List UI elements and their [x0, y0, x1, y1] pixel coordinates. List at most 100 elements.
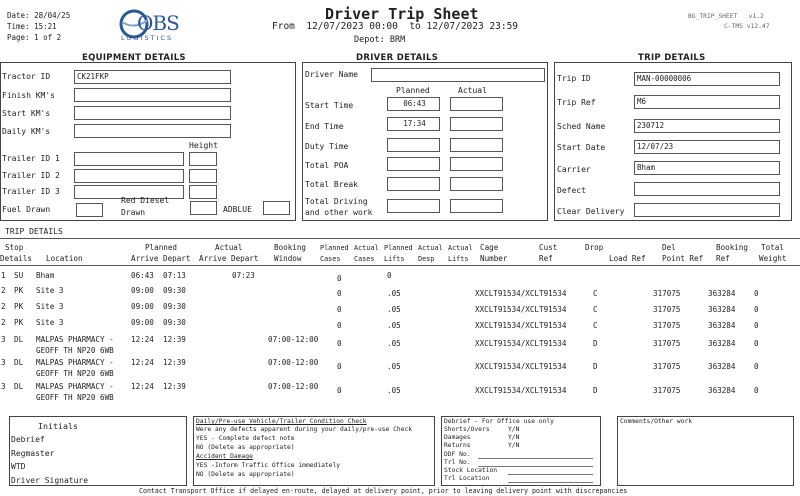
- tractor-id-label: Tractor ID: [2, 72, 51, 81]
- carrier-field[interactable]: Bham: [634, 161, 780, 175]
- col-del: Del: [662, 243, 676, 252]
- ddf-line: [478, 458, 593, 459]
- cell-seq: 1: [1, 271, 6, 280]
- col-del-point-ref: Point Ref: [662, 254, 704, 263]
- defect-field[interactable]: [634, 182, 780, 196]
- trip-ref-field[interactable]: M6: [634, 95, 780, 109]
- cell-pc: 0: [337, 289, 342, 298]
- driver-name-field[interactable]: [371, 68, 545, 82]
- start-km-field[interactable]: [74, 106, 231, 120]
- sched-name-label: Sched Name: [557, 122, 606, 131]
- cell-del: 317075: [653, 362, 681, 371]
- col-actual-lifts-2: Lifts: [448, 255, 469, 263]
- total-poa-actual[interactable]: [450, 157, 503, 171]
- daily-km-field[interactable]: [74, 124, 231, 138]
- col-drop: Drop: [585, 243, 604, 252]
- cell-type: DL: [14, 382, 24, 391]
- cell-bw: 07:00-12:00: [268, 382, 319, 391]
- end-time-actual[interactable]: [450, 117, 503, 131]
- cell-seq: 2: [1, 318, 6, 327]
- cell-pc: 0: [337, 386, 342, 395]
- cell-pa: 09:00: [131, 302, 154, 311]
- start-time-actual[interactable]: [450, 97, 503, 111]
- returns-value: Y/N: [508, 442, 520, 449]
- col-stop: Stop: [5, 243, 24, 252]
- cell-tw: 0: [754, 289, 759, 298]
- trl-location-label: Trl Location: [444, 475, 490, 482]
- total-poa-planned[interactable]: [387, 157, 440, 171]
- cell-seq: 2: [1, 302, 6, 311]
- fuel-drawn-field[interactable]: [76, 203, 103, 217]
- carrier-label: Carrier: [557, 165, 591, 174]
- cell-pa: 12:24: [131, 358, 154, 367]
- duty-time-label: Duty Time: [305, 142, 349, 151]
- col-actual-desp: Actual: [418, 244, 443, 252]
- initials-box: Initials Debrief Regmaster WTD Driver Si…: [9, 416, 187, 486]
- cell-pd: 07:13: [163, 271, 186, 280]
- trailer-1-field[interactable]: [74, 152, 184, 166]
- trip-panel: Trip ID MAN-00000006 Trip Ref M6 Sched N…: [554, 62, 792, 221]
- cell-pc: 0: [337, 274, 342, 283]
- end-time-planned[interactable]: 17:34: [387, 117, 440, 131]
- cell-type: DL: [14, 358, 24, 367]
- cell-tw: 0: [754, 305, 759, 314]
- col-actual: Actual: [215, 243, 243, 252]
- cell-pl: .05: [387, 339, 401, 348]
- red-diesel-field[interactable]: [190, 201, 217, 215]
- driver-panel: Driver Name Planned Actual Start Time 06…: [302, 62, 548, 221]
- cell-cage: XXCLT91534/XCLT91534: [475, 386, 567, 395]
- adblue-field[interactable]: [263, 201, 290, 215]
- defect-no-option: NO (Delete as appropriate): [196, 444, 295, 451]
- cell-pl: .05: [387, 305, 401, 314]
- cell-cage: XXCLT91534/XCLT91534: [475, 321, 567, 330]
- col-cage: Cage: [480, 243, 499, 252]
- total-break-planned[interactable]: [387, 177, 440, 191]
- cell-bw: 07:00-12:00: [268, 358, 319, 367]
- cell-pa: 06:43: [131, 271, 154, 280]
- col-planned-lifts-2: Lifts: [384, 255, 405, 263]
- adblue-label: ADBLUE: [223, 205, 252, 214]
- trailer-2-height[interactable]: [189, 169, 217, 183]
- tractor-id-field[interactable]: CK21FKP: [74, 70, 231, 84]
- total-break-actual[interactable]: [450, 177, 503, 191]
- cell-loc1: MALPAS PHARMACY -: [36, 382, 114, 391]
- cell-pd: 12:39: [163, 335, 186, 344]
- finish-km-field[interactable]: [74, 88, 231, 102]
- cell-load: D: [593, 386, 598, 395]
- total-driving-actual[interactable]: [450, 199, 503, 213]
- cell-loc2: GEOFF TH NP20 6WB: [36, 369, 114, 378]
- cell-type: DL: [14, 335, 24, 344]
- clear-delivery-label: Clear Delivery: [557, 207, 625, 216]
- returns-label: Returns: [444, 442, 471, 449]
- total-driving-planned[interactable]: [387, 199, 440, 213]
- cell-aa: 07:23: [232, 271, 255, 280]
- stock-line: [508, 474, 593, 475]
- cell-pl: 0: [387, 271, 392, 280]
- trailer-2-field[interactable]: [74, 169, 184, 183]
- cell-pc: 0: [337, 339, 342, 348]
- start-time-planned[interactable]: 06:43: [387, 97, 440, 111]
- cell-del: 317075: [653, 339, 681, 348]
- cell-tw: 0: [754, 362, 759, 371]
- col-actual-cases: Actual: [354, 244, 379, 252]
- logo-wordmark: OBS: [137, 11, 180, 35]
- cell-pd: 09:30: [163, 318, 186, 327]
- duty-time-actual[interactable]: [450, 138, 503, 152]
- regmaster-label: Regmaster: [11, 449, 55, 458]
- trailer-3-height[interactable]: [189, 185, 217, 199]
- sched-name-field[interactable]: 230712: [634, 119, 780, 133]
- cell-cage: XXCLT91534/XCLT91534: [475, 362, 567, 371]
- start-date-field[interactable]: 12/07/23: [634, 140, 780, 154]
- cell-pl: .05: [387, 321, 401, 330]
- cell-bw: 07:00-12:00: [268, 335, 319, 344]
- system-version: C-TMS v12.47: [724, 23, 770, 30]
- duty-time-planned[interactable]: [387, 138, 440, 152]
- trailer-1-height[interactable]: [189, 152, 217, 166]
- comments-box: Comments/Other work: [617, 416, 794, 486]
- trip-id-field[interactable]: MAN-00000006: [634, 72, 780, 86]
- cell-del: 317075: [653, 321, 681, 330]
- clear-delivery-field[interactable]: [634, 203, 780, 217]
- cell-pc: 0: [337, 362, 342, 371]
- planned-column-label: Planned: [396, 86, 430, 95]
- defect-yes-option: YES - Complete defect note: [196, 435, 295, 442]
